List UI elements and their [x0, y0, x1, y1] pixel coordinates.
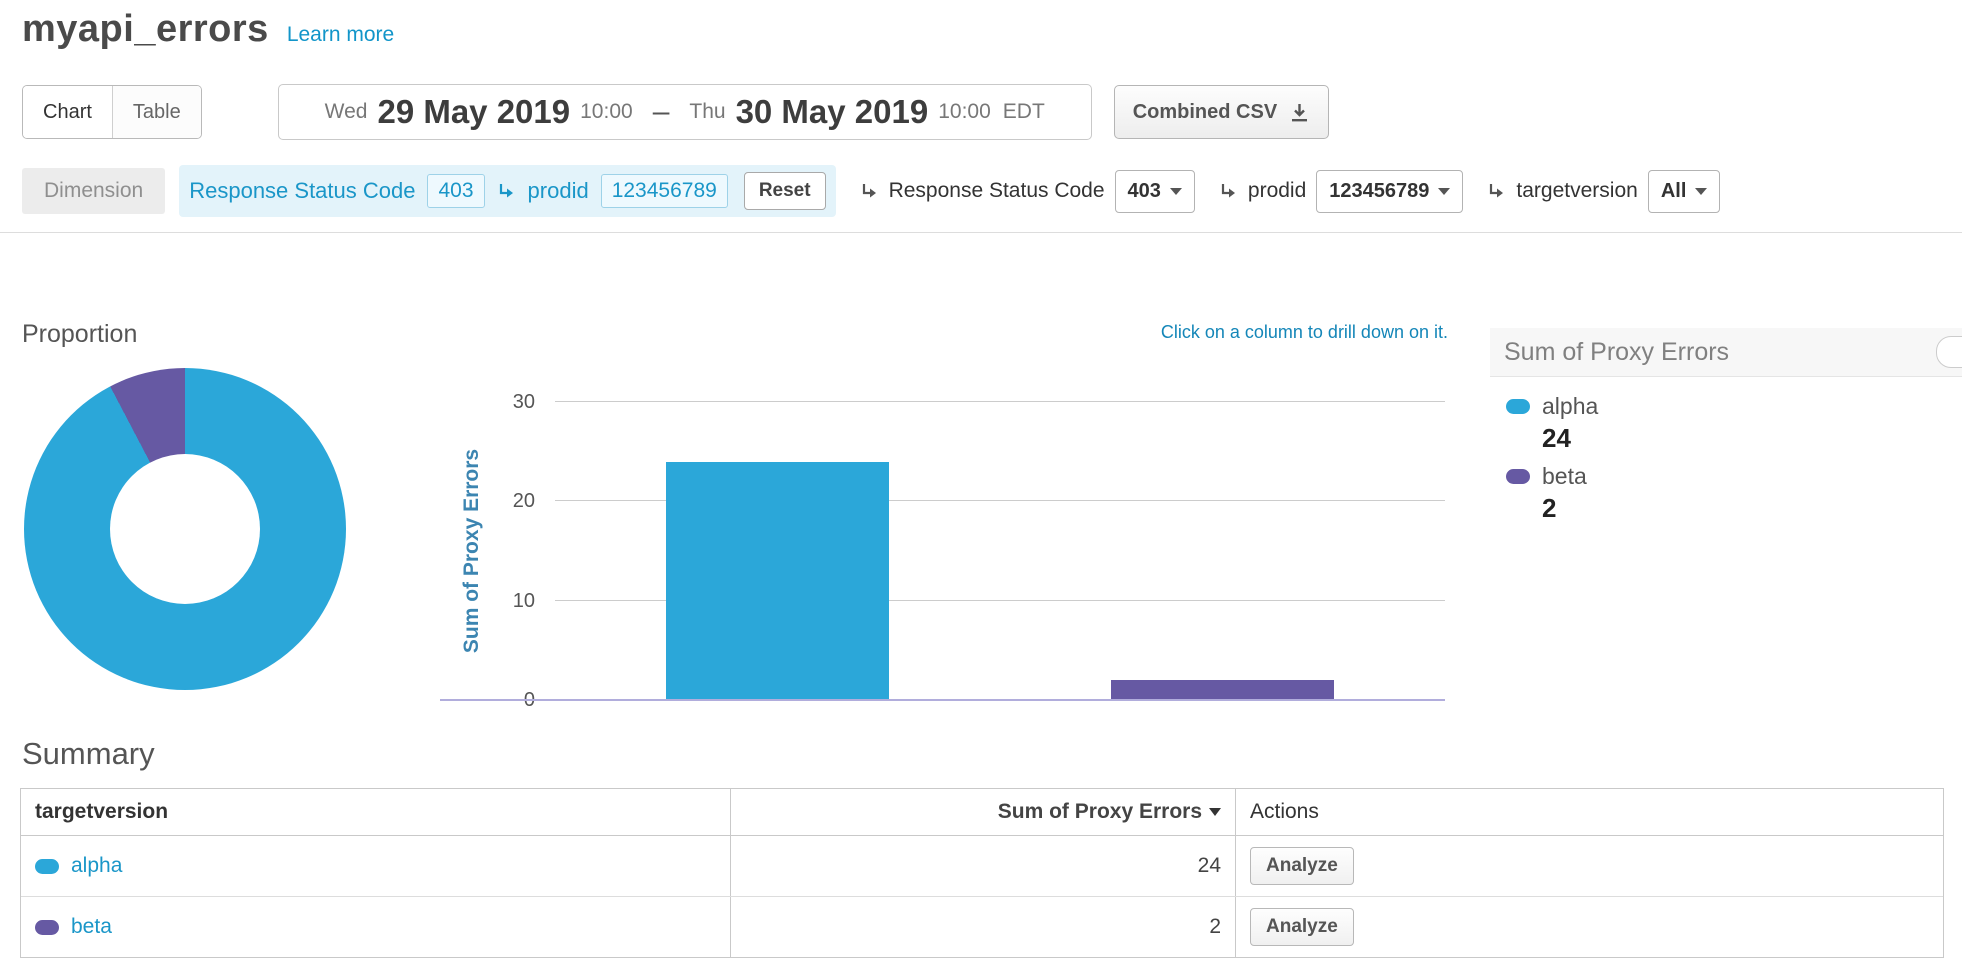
reset-button[interactable]: Reset: [744, 172, 826, 210]
dropdown-value: 123456789: [1329, 180, 1429, 203]
drill-down-icon: [1487, 182, 1506, 201]
y-tick-label: 10: [513, 590, 535, 613]
proportion-donut[interactable]: [24, 368, 346, 690]
date-range-separator: –: [653, 95, 670, 129]
filter-bar: Dimension Response Status Code 403 prodi…: [22, 160, 1952, 222]
proportion-title: Proportion: [22, 320, 137, 349]
legend-title: Sum of Proxy Errors: [1490, 328, 1962, 376]
y-ticks: 0102030: [440, 402, 543, 700]
breadcrumb-value[interactable]: 123456789: [601, 174, 728, 208]
response-status-code-select[interactable]: 403: [1115, 170, 1195, 213]
view-toggle: Chart Table: [22, 85, 202, 139]
date-range-picker[interactable]: Wed 29 May 2019 10:00 – Thu 30 May 2019 …: [278, 84, 1092, 140]
legend-panel: Sum of Proxy Errors alpha 24 beta 2: [1490, 328, 1962, 533]
drill-down-icon: [1219, 182, 1238, 201]
targetversion-select[interactable]: All: [1648, 170, 1721, 213]
drill-down-icon: [860, 182, 879, 201]
summary-table: targetversion Sum of Proxy Errors Action…: [20, 788, 1944, 958]
divider: [0, 232, 1962, 233]
beta-swatch: [1506, 469, 1530, 484]
dropdown-label: targetversion: [1516, 179, 1637, 203]
row-link-alpha[interactable]: alpha: [71, 854, 122, 878]
analyze-button[interactable]: Analyze: [1250, 847, 1354, 885]
legend-item-value: 24: [1542, 423, 1962, 454]
legend-list: alpha 24 beta 2: [1490, 377, 1962, 524]
sort-descending-icon: [1209, 808, 1221, 816]
bar-chart: Sum of Proxy Errors 0102030: [440, 390, 1455, 720]
prodid-select[interactable]: 123456789: [1316, 170, 1463, 213]
alpha-swatch: [35, 859, 59, 874]
legend-collapse-button[interactable]: [1936, 336, 1962, 368]
bar-alpha[interactable]: [666, 462, 889, 700]
start-date: 29 May 2019: [377, 93, 570, 131]
learn-more-link[interactable]: Learn more: [287, 23, 394, 47]
end-day: Thu: [689, 100, 725, 124]
filter-breadcrumb: Response Status Code 403 prodid 12345678…: [179, 165, 835, 217]
chevron-down-icon: [1438, 188, 1450, 195]
download-icon: [1289, 102, 1310, 123]
combined-csv-label: Combined CSV: [1133, 101, 1277, 124]
end-time: 10:00: [938, 100, 991, 124]
analytics-dashboard: myapi_errors Learn more Chart Table Wed …: [0, 0, 1962, 976]
table-view-button[interactable]: Table: [112, 86, 201, 138]
breadcrumb-label: prodid: [528, 178, 589, 204]
alpha-swatch: [1506, 399, 1530, 414]
legend-item-label: alpha: [1542, 393, 1598, 420]
filter-dropdown-targetversion: targetversion All: [1487, 170, 1720, 213]
legend-item: beta 2: [1506, 463, 1962, 524]
row-value: 2: [731, 897, 1236, 957]
chevron-down-icon: [1695, 188, 1707, 195]
breadcrumb-value[interactable]: 403: [427, 174, 484, 208]
y-tick-label: 30: [513, 391, 535, 414]
header: myapi_errors Learn more: [22, 8, 394, 51]
column-header-sum-of-proxy-errors[interactable]: Sum of Proxy Errors: [731, 789, 1236, 835]
dropdown-label: prodid: [1248, 179, 1306, 203]
analyze-button[interactable]: Analyze: [1250, 908, 1354, 946]
donut-hole: [110, 454, 260, 604]
dropdown-value: All: [1661, 180, 1687, 203]
drill-down-icon: [497, 182, 516, 201]
beta-swatch: [35, 920, 59, 935]
bar-plot: [555, 402, 1445, 700]
legend-item-value: 2: [1542, 493, 1962, 524]
table-row: alpha 24 Analyze: [21, 836, 1943, 896]
timezone: EDT: [1003, 100, 1045, 124]
row-value: 24: [731, 836, 1236, 896]
column-header-targetversion: targetversion: [21, 789, 731, 835]
summary-title: Summary: [22, 736, 155, 772]
bar-beta[interactable]: [1111, 680, 1334, 700]
filter-dropdown-response-status-code: Response Status Code 403: [860, 170, 1195, 213]
start-day: Wed: [325, 100, 368, 124]
filter-dropdown-prodid: prodid 123456789: [1219, 170, 1464, 213]
start-time: 10:00: [580, 100, 633, 124]
dropdown-label: Response Status Code: [889, 179, 1105, 203]
chevron-down-icon: [1170, 188, 1182, 195]
chart-view-button[interactable]: Chart: [23, 86, 112, 138]
legend-item: alpha 24: [1506, 393, 1962, 454]
column-header-actions: Actions: [1236, 789, 1943, 835]
dimension-label: Dimension: [22, 168, 165, 214]
legend-header: Sum of Proxy Errors: [1490, 328, 1962, 377]
row-link-beta[interactable]: beta: [71, 915, 112, 939]
table-header-row: targetversion Sum of Proxy Errors Action…: [21, 789, 1943, 836]
end-date: 30 May 2019: [736, 93, 929, 131]
toolbar: Chart Table Wed 29 May 2019 10:00 – Thu …: [22, 84, 1942, 140]
y-tick-label: 20: [513, 490, 535, 513]
x-axis-baseline: [440, 699, 1445, 701]
legend-item-label: beta: [1542, 463, 1587, 490]
breadcrumb-label: Response Status Code: [189, 178, 415, 204]
table-row: beta 2 Analyze: [21, 896, 1943, 957]
combined-csv-button[interactable]: Combined CSV: [1114, 85, 1329, 139]
dropdown-value: 403: [1128, 180, 1161, 203]
page-title: myapi_errors: [22, 8, 269, 51]
drilldown-hint: Click on a column to drill down on it.: [440, 322, 1448, 343]
